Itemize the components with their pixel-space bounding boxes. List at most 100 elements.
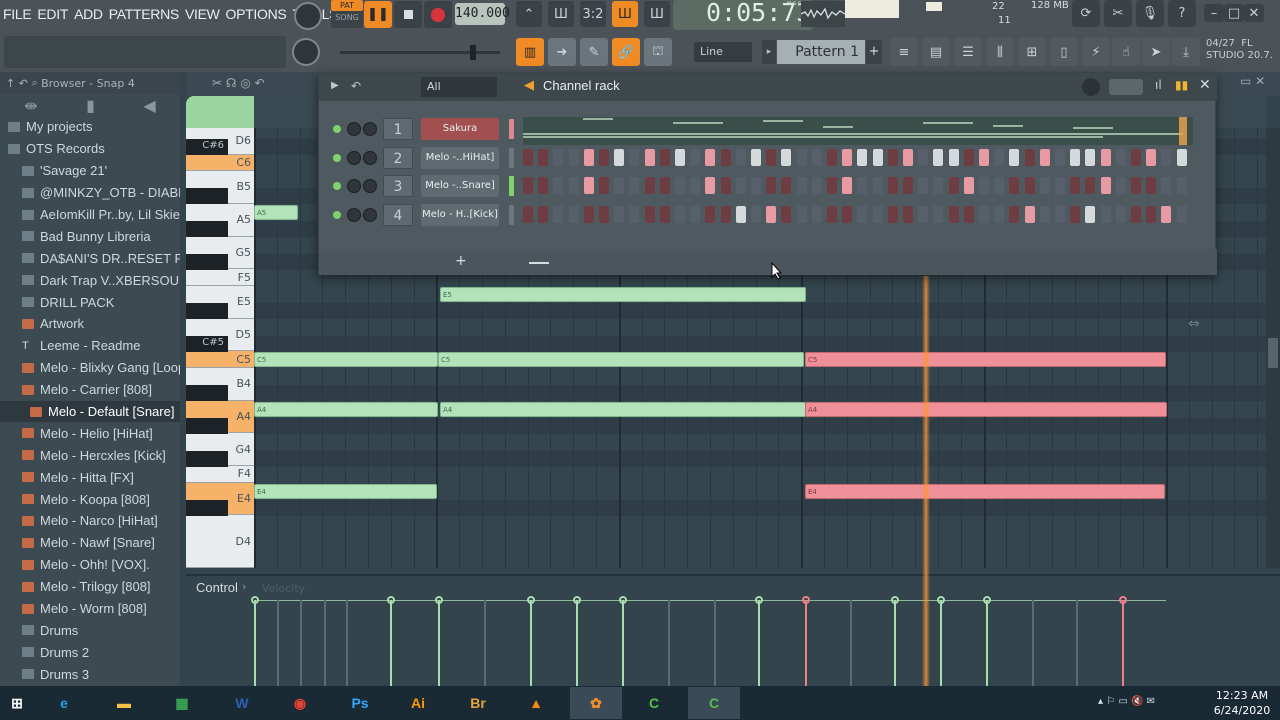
browser-file[interactable]: Melo - Default [Snare] — [0, 400, 180, 423]
clock-time[interactable]: 12:23 AM — [1212, 689, 1272, 702]
browser-folder[interactable]: Dark Trap V..XBERSOUNDS — [0, 269, 180, 291]
ie-icon[interactable]: e — [38, 687, 90, 719]
velocity-bar[interactable] — [251, 596, 259, 686]
velocity-bar[interactable] — [1032, 600, 1034, 686]
search-icon[interactable]: ⌕ — [31, 76, 37, 90]
volume-knob[interactable] — [363, 150, 377, 165]
step-button[interactable] — [614, 148, 625, 166]
step-button[interactable] — [827, 177, 837, 195]
metronome-button[interactable]: ⌃ — [516, 1, 542, 27]
export-button[interactable]: ➤ — [1142, 38, 1170, 66]
velocity-bar[interactable] — [324, 600, 326, 686]
mute-led[interactable] — [333, 210, 341, 219]
piano-key-c6[interactable]: C6 — [186, 154, 254, 171]
step-button[interactable] — [690, 148, 701, 166]
step-button[interactable] — [1009, 205, 1020, 223]
step-button[interactable] — [1100, 148, 1111, 166]
note[interactable]: A4 — [805, 401, 1167, 417]
step-button[interactable] — [1009, 148, 1020, 166]
step-button[interactable] — [1085, 177, 1096, 195]
step-button[interactable] — [523, 205, 533, 223]
step-button[interactable] — [1146, 148, 1157, 166]
step-button[interactable] — [1176, 148, 1187, 166]
browser-file[interactable]: T Leeme - Readme — [0, 335, 180, 357]
step-button[interactable] — [1085, 205, 1096, 223]
channel-select-meter[interactable] — [509, 176, 514, 197]
channel-select-meter[interactable] — [509, 119, 514, 139]
speaker-icon[interactable]: ◀ — [143, 96, 155, 115]
step-button[interactable] — [1055, 148, 1065, 166]
step-button[interactable] — [979, 148, 989, 166]
step-button[interactable] — [1176, 177, 1187, 195]
menu-edit[interactable]: EDIT — [34, 6, 71, 22]
volume-knob[interactable] — [363, 179, 377, 194]
download-button[interactable]: ⤓ — [1172, 38, 1200, 66]
browser-button[interactable]: ⊞ — [1018, 38, 1046, 66]
step-button[interactable] — [811, 177, 822, 195]
step-button[interactable] — [903, 177, 913, 195]
velocity-handle[interactable] — [1119, 596, 1127, 604]
step-button[interactable] — [979, 205, 989, 223]
piano-key-c5[interactable]: C5 — [186, 351, 254, 368]
pan-knob[interactable] — [347, 207, 361, 222]
step-button[interactable] — [1100, 177, 1111, 195]
note[interactable]: C5 — [254, 352, 438, 368]
note[interactable]: E4 — [254, 483, 437, 499]
step-button[interactable] — [523, 148, 533, 166]
document-icon[interactable]: ▮ — [86, 96, 95, 115]
velocity-bar[interactable] — [755, 596, 763, 686]
step-button[interactable] — [1131, 205, 1141, 223]
stop-button[interactable] — [394, 1, 422, 28]
channel-rack-button[interactable]: ☰ — [954, 38, 982, 66]
browser-file[interactable]: Melo - Hitta [FX] — [0, 466, 180, 488]
add-channel-button[interactable]: + — [455, 253, 467, 269]
step-button[interactable] — [675, 148, 685, 166]
menu-file[interactable]: FILE — [0, 6, 34, 22]
velocity-lane[interactable] — [251, 584, 1166, 686]
windows-start-icon[interactable]: ⊞ — [0, 687, 34, 719]
step-button[interactable] — [994, 205, 1005, 223]
step-button[interactable] — [903, 148, 913, 166]
master-pitch-knob[interactable] — [292, 38, 320, 66]
browser-file[interactable]: Melo - Trilogy [808] — [0, 576, 180, 598]
browser-file[interactable]: Melo - Carrier [808] — [0, 379, 180, 401]
channel-name-button[interactable]: Melo -..HiHat] — [421, 146, 499, 169]
step-button[interactable] — [751, 148, 761, 166]
countdown-button[interactable]: 3:2 — [580, 1, 606, 27]
illustrator-icon[interactable]: Ai — [392, 687, 444, 719]
menu-view[interactable]: VIEW — [182, 6, 223, 22]
step-button[interactable] — [948, 205, 959, 223]
note[interactable]: A5 — [254, 204, 298, 220]
step-button[interactable] — [583, 177, 594, 195]
mixer-track-number[interactable]: 2 — [383, 146, 413, 169]
piano-black-key[interactable] — [186, 254, 228, 270]
browser-file[interactable]: Melo - Koopa [808] — [0, 488, 180, 510]
note[interactable]: C5 — [805, 352, 1166, 368]
step-button[interactable] — [1039, 177, 1050, 195]
news-panel[interactable]: 04/27 FL STUDIO 20.7. — [1206, 38, 1273, 62]
step-button[interactable] — [1024, 205, 1035, 223]
mute-led[interactable] — [333, 182, 341, 191]
browser-file[interactable]: Melo - Helio [HiHat] — [0, 422, 180, 444]
step-button[interactable] — [887, 177, 898, 195]
pattern-prev-button[interactable]: ▸ — [762, 40, 776, 64]
playlist-snap-button[interactable]: ▥ — [516, 38, 544, 66]
velocity-bar[interactable] — [668, 600, 670, 686]
step-button[interactable] — [948, 177, 959, 195]
step-button[interactable] — [720, 205, 731, 223]
velocity-bar[interactable] — [484, 600, 486, 686]
channel-piano-roll-preview[interactable] — [523, 117, 1193, 145]
velocity-handle[interactable] — [527, 596, 535, 604]
step-button[interactable] — [735, 177, 746, 195]
piano-black-key[interactable] — [186, 450, 228, 467]
vertical-scrollbar[interactable] — [1266, 128, 1280, 568]
step-button[interactable] — [751, 177, 761, 195]
channel-filter-select[interactable]: All — [421, 77, 497, 97]
step-button[interactable] — [659, 148, 670, 166]
playlist-button[interactable]: ≡ — [890, 38, 918, 66]
velocity-bar[interactable] — [714, 600, 716, 686]
velocity-bar[interactable] — [387, 596, 395, 686]
step-button[interactable] — [842, 148, 853, 166]
step-button[interactable] — [933, 177, 944, 195]
browser-file[interactable]: Melo - Hercxles [Kick] — [0, 444, 180, 466]
